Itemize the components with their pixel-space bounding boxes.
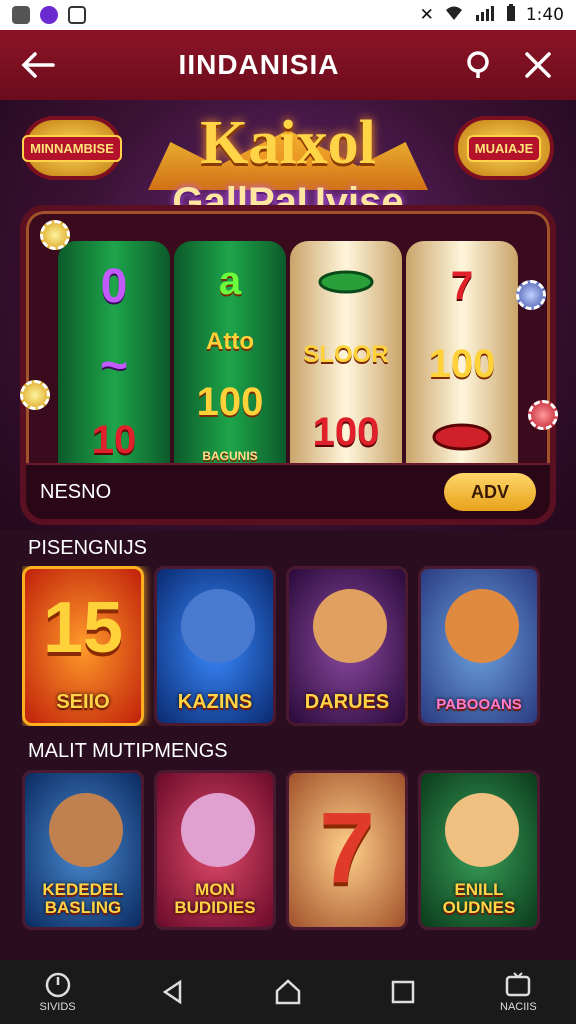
nav-back-button[interactable]: [133, 979, 213, 1005]
character-icon: [49, 793, 123, 867]
arrow-left-icon: [21, 52, 55, 78]
game-tile[interactable]: 7: [286, 770, 408, 930]
home-icon: [275, 979, 301, 1005]
nav-recents-button[interactable]: [363, 979, 443, 1005]
reel-symbol-leaf-icon: [316, 267, 376, 301]
battery-icon: [506, 3, 516, 27]
signal-icon: [474, 5, 496, 26]
page-title: IINDANISIA: [178, 49, 340, 80]
search-button[interactable]: [460, 45, 500, 85]
status-left: [12, 6, 86, 24]
notification-icon: [12, 6, 30, 24]
reel-symbol: 10: [91, 417, 137, 462]
game-tile[interactable]: KAZINS: [154, 566, 276, 726]
mute-icon: ✕: [419, 5, 434, 25]
nav-right-button[interactable]: NACIIS: [478, 971, 558, 1013]
tile-label: DARUES: [304, 691, 390, 713]
tile-label: PABOOANS: [436, 696, 522, 714]
nav-left-button[interactable]: SIVIDS: [18, 971, 98, 1013]
game-tile[interactable]: KEDEDEL BASLING: [22, 770, 144, 930]
status-bar: ✕ 1:40: [0, 0, 576, 30]
nav-left-label: SIVIDS: [39, 1001, 76, 1013]
tile-number: 7: [319, 792, 375, 904]
reel-4: 7 100: [406, 241, 518, 481]
close-button[interactable]: [518, 45, 558, 85]
reel-symbol: ~: [99, 339, 129, 393]
reel-symbol: 0: [100, 260, 128, 314]
machine-label: NESNO: [40, 480, 112, 503]
reel-2: a Atto 100 BAGUNIS: [174, 241, 286, 481]
game-tile[interactable]: DARUES: [286, 566, 408, 726]
cat-character-icon: [181, 793, 255, 867]
chip-decoration: [40, 220, 70, 250]
clock-icon: [45, 972, 70, 998]
tv-icon: [506, 972, 531, 997]
adv-button[interactable]: ADV: [444, 473, 536, 511]
reel-3: SLOOR 100: [290, 241, 402, 481]
chip-decoration: [528, 400, 558, 430]
game-tile[interactable]: MON BUDIDIES: [154, 770, 276, 930]
app-bar-actions: [460, 45, 558, 85]
hero-banner[interactable]: MINNAMBISE MUAIAJE Kaixol GallPaUvise 0 …: [0, 100, 576, 530]
reel-symbol: 100: [196, 380, 264, 424]
tile-label: ENILL OUDNES: [442, 880, 516, 918]
tile-label: SEIIO: [56, 691, 110, 713]
tile-label: KAZINS: [177, 691, 253, 713]
tile-label: MON BUDIDIES: [174, 880, 256, 918]
reel-symbol: 100: [428, 341, 496, 386]
game-tile[interactable]: PABOOANS: [418, 566, 540, 726]
game-tile[interactable]: ENILL OUDNES: [418, 770, 540, 930]
reel-symbol: 100: [312, 409, 380, 454]
triangle-back-icon: [162, 979, 182, 1005]
tile-number: 15: [42, 588, 124, 668]
cat-character-icon: [181, 589, 255, 663]
section-title: PISENGNIJS: [28, 537, 147, 559]
machine-bar: NESNO ADV: [26, 463, 550, 519]
character-icon: [313, 589, 387, 663]
reel-symbol: BAGUNIS: [202, 449, 258, 463]
hero-title: Kaixol: [200, 109, 376, 177]
game-row-1: 15 SEIIO KAZINS DARUES PABOOANS: [22, 566, 576, 726]
nav-home-button[interactable]: [248, 978, 328, 1006]
reel-symbol: 7: [450, 263, 474, 308]
reels: 0 ~ 10 a Atto 100 BAGUNIS SLOOR 100 7 10…: [58, 241, 518, 481]
search-icon: [467, 51, 489, 78]
chip-decoration: [516, 280, 546, 310]
game-row-2: KEDEDEL BASLING MON BUDIDIES 7 ENILL OUD…: [22, 770, 576, 930]
section-title: MALIT MUTIPMENGS: [28, 740, 228, 762]
nav-right-label: NACIIS: [500, 1001, 537, 1013]
gallery-icon: [68, 6, 86, 24]
app-bar: IINDANISIA: [0, 30, 576, 100]
reel-symbol: a: [218, 259, 242, 303]
reel-symbol: SLOOR: [303, 341, 389, 369]
system-nav-bar: SIVIDS NACIIS: [0, 960, 576, 1024]
status-right: ✕ 1:40: [419, 3, 564, 27]
square-recents-icon: [391, 980, 415, 1004]
status-time: 1:40: [525, 5, 564, 25]
close-icon: [525, 52, 551, 78]
app-icon: [40, 6, 58, 24]
slot-machine: 0 ~ 10 a Atto 100 BAGUNIS SLOOR 100 7 10…: [20, 205, 556, 525]
back-button[interactable]: [18, 45, 58, 85]
game-tile[interactable]: 15 SEIIO: [22, 566, 144, 726]
reel-1: 0 ~ 10: [58, 241, 170, 481]
wifi-icon: [444, 5, 464, 26]
reel-symbol: Atto: [206, 328, 254, 355]
character-icon: [445, 793, 519, 867]
character-icon: [445, 589, 519, 663]
tile-label: KEDEDEL BASLING: [42, 880, 124, 918]
reel-symbol-ring-icon: [430, 420, 494, 458]
chip-decoration: [20, 380, 50, 410]
